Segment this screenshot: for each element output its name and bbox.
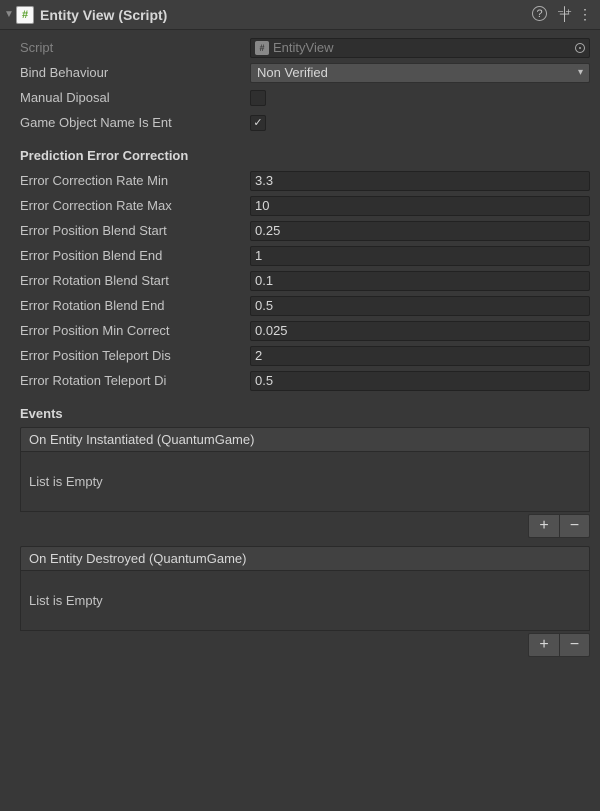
event-body-0: List is Empty <box>20 452 590 512</box>
component-body: Script # EntityView Bind Behaviour Non V… <box>0 30 600 675</box>
header-icons: ? ⁻┼⁺ ⋮ <box>532 6 592 23</box>
pred-label-7: Error Position Teleport Dis <box>20 348 250 363</box>
pred-row-4: Error Rotation Blend Start <box>20 269 590 292</box>
pred-label-6: Error Position Min Correct <box>20 323 250 338</box>
pred-label-3: Error Position Blend End <box>20 248 250 263</box>
help-icon[interactable]: ? <box>532 6 547 21</box>
pred-row-3: Error Position Blend End <box>20 244 590 267</box>
menu-icon[interactable]: ⋮ <box>578 6 592 23</box>
pred-input-1[interactable] <box>250 196 590 216</box>
pred-input-2[interactable] <box>250 221 590 241</box>
pred-row-0: Error Correction Rate Min <box>20 169 590 192</box>
object-picker-icon[interactable] <box>575 43 585 53</box>
bind-behaviour-value: Non Verified <box>257 65 328 80</box>
pred-row-7: Error Position Teleport Dis <box>20 344 590 367</box>
bind-behaviour-row: Bind Behaviour Non Verified <box>20 61 590 84</box>
script-row: Script # EntityView <box>20 36 590 59</box>
manual-disposal-label: Manual Diposal <box>20 90 250 105</box>
pred-input-4[interactable] <box>250 271 590 291</box>
pred-label-1: Error Correction Rate Max <box>20 198 250 213</box>
event-block-0: On Entity Instantiated (QuantumGame) Lis… <box>20 427 590 538</box>
pred-input-6[interactable] <box>250 321 590 341</box>
event-header-1: On Entity Destroyed (QuantumGame) <box>20 546 590 571</box>
pred-label-5: Error Rotation Blend End <box>20 298 250 313</box>
prediction-section-title: Prediction Error Correction <box>20 148 590 163</box>
event-block-1: On Entity Destroyed (QuantumGame) List i… <box>20 546 590 657</box>
event-pm-box-0: + − <box>528 514 590 538</box>
preset-icon[interactable]: ⁻┼⁺ <box>557 6 568 23</box>
bind-behaviour-dropdown[interactable]: Non Verified <box>250 63 590 83</box>
event-remove-button-1[interactable]: − <box>559 634 589 656</box>
pred-label-2: Error Position Blend Start <box>20 223 250 238</box>
script-icon: # <box>16 6 34 24</box>
script-object-field[interactable]: # EntityView <box>250 38 590 58</box>
go-name-label: Game Object Name Is Ent <box>20 115 250 130</box>
script-field-icon: # <box>255 41 269 55</box>
pred-row-5: Error Rotation Blend End <box>20 294 590 317</box>
go-name-checkbox[interactable]: ✓ <box>250 115 266 131</box>
component-title: Entity View (Script) <box>40 7 532 23</box>
manual-disposal-row: Manual Diposal <box>20 86 590 109</box>
bind-behaviour-label: Bind Behaviour <box>20 65 250 80</box>
event-footer-1: + − <box>20 633 590 657</box>
event-footer-0: + − <box>20 514 590 538</box>
event-pm-box-1: + − <box>528 633 590 657</box>
go-name-row: Game Object Name Is Ent ✓ <box>20 111 590 134</box>
script-field-value: EntityView <box>273 40 333 55</box>
manual-disposal-checkbox[interactable] <box>250 90 266 106</box>
pred-row-8: Error Rotation Teleport Di <box>20 369 590 392</box>
pred-input-3[interactable] <box>250 246 590 266</box>
pred-label-8: Error Rotation Teleport Di <box>20 373 250 388</box>
pred-row-6: Error Position Min Correct <box>20 319 590 342</box>
pred-input-8[interactable] <box>250 371 590 391</box>
script-label: Script <box>20 40 250 55</box>
pred-label-4: Error Rotation Blend Start <box>20 273 250 288</box>
event-add-button-1[interactable]: + <box>529 634 559 656</box>
event-remove-button-0[interactable]: − <box>559 515 589 537</box>
event-add-button-0[interactable]: + <box>529 515 559 537</box>
pred-row-2: Error Position Blend Start <box>20 219 590 242</box>
pred-input-0[interactable] <box>250 171 590 191</box>
pred-input-5[interactable] <box>250 296 590 316</box>
component-header: ▼ # Entity View (Script) ? ⁻┼⁺ ⋮ <box>0 0 600 30</box>
event-body-1: List is Empty <box>20 571 590 631</box>
pred-label-0: Error Correction Rate Min <box>20 173 250 188</box>
pred-row-1: Error Correction Rate Max <box>20 194 590 217</box>
events-section-title: Events <box>20 406 590 421</box>
foldout-toggle[interactable]: ▼ <box>4 9 16 20</box>
pred-input-7[interactable] <box>250 346 590 366</box>
event-header-0: On Entity Instantiated (QuantumGame) <box>20 427 590 452</box>
